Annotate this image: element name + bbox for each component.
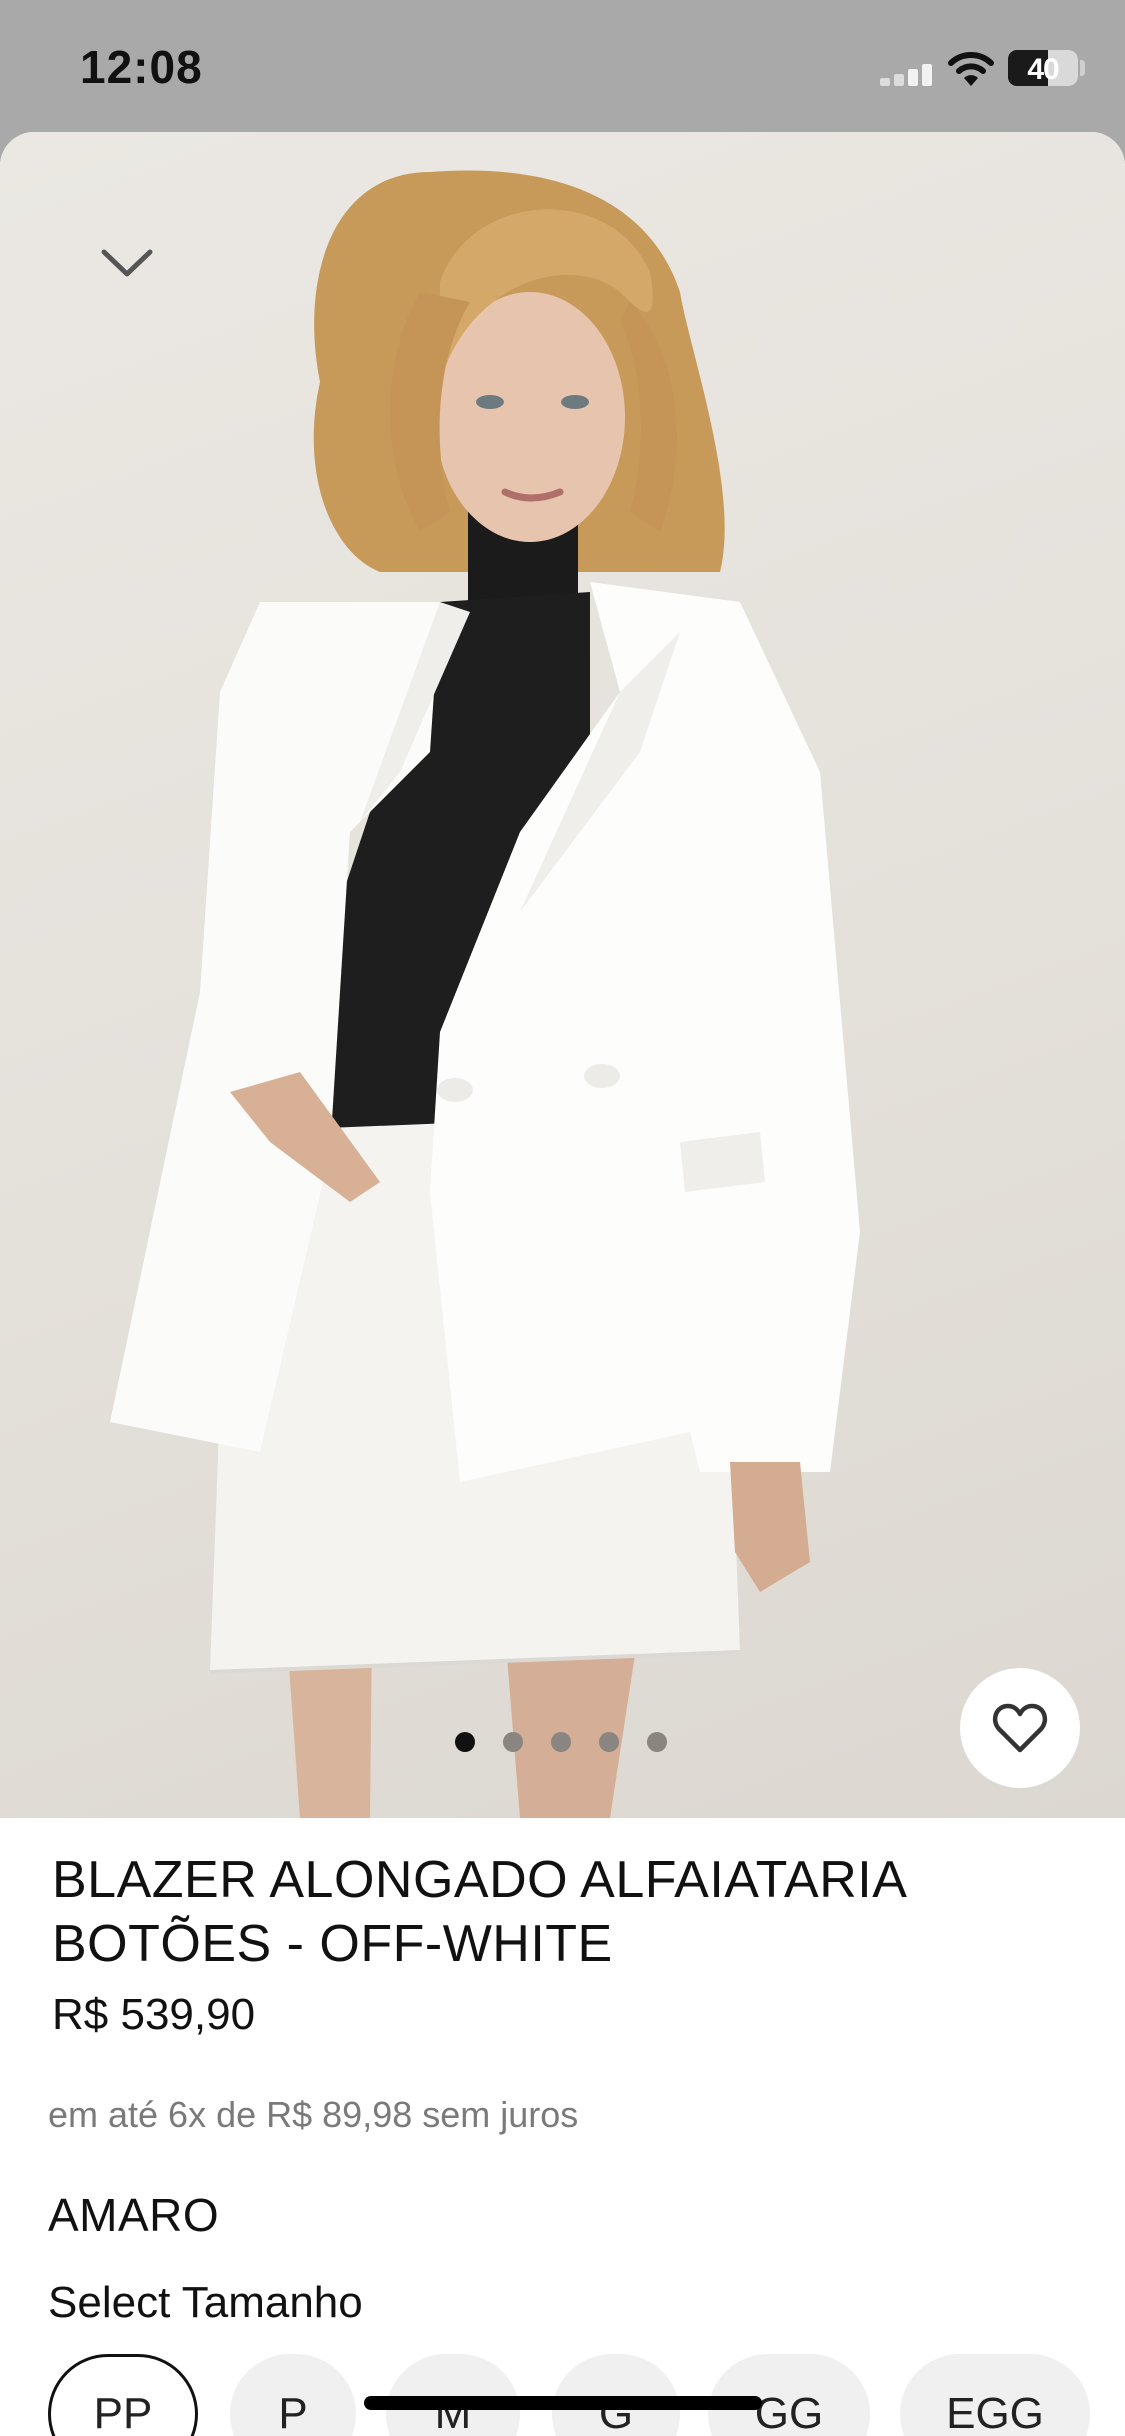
size-option-egg[interactable]: EGG [900, 2354, 1090, 2436]
home-indicator[interactable] [364, 2396, 762, 2410]
status-bar: 12:08 40 [0, 0, 1125, 132]
size-option-m[interactable]: M [386, 2354, 520, 2436]
chevron-down-icon [101, 249, 153, 277]
favorite-button[interactable] [960, 1668, 1080, 1788]
carousel-dot-4[interactable] [599, 1732, 619, 1752]
battery-icon: 40 [1008, 50, 1078, 86]
carousel-pagination [455, 1732, 667, 1752]
cellular-signal-icon [880, 64, 934, 86]
product-price: R$ 539,90 [52, 1990, 256, 2039]
brand-name[interactable]: AMARO [48, 2188, 219, 2242]
carousel-dot-2[interactable] [503, 1732, 523, 1752]
product-photo [110, 170, 860, 1818]
size-option-p[interactable]: P [230, 2354, 356, 2436]
size-selector: PP P M G GG EGG [48, 2354, 1125, 2436]
carousel-dot-5[interactable] [647, 1732, 667, 1752]
product-sheet: BLAZER ALONGADO ALFAIATARIA BOTÕES - OFF… [0, 132, 1125, 2436]
product-image-carousel[interactable] [0, 132, 1125, 1818]
heart-outline-icon [992, 1703, 1048, 1753]
size-label: Select Tamanho [48, 2278, 363, 2327]
status-time: 12:08 [80, 41, 203, 93]
collapse-button[interactable] [92, 232, 162, 292]
wifi-icon [948, 50, 994, 88]
battery-level: 40 [1027, 53, 1059, 86]
carousel-dot-1[interactable] [455, 1732, 475, 1752]
carousel-dot-3[interactable] [551, 1732, 571, 1752]
size-option-pp[interactable]: PP [48, 2354, 198, 2436]
battery-nub [1080, 60, 1085, 76]
size-option-g[interactable]: G [552, 2354, 680, 2436]
product-title: BLAZER ALONGADO ALFAIATARIA BOTÕES - OFF… [52, 1851, 905, 1973]
size-option-gg[interactable]: GG [708, 2354, 870, 2436]
installments-text: em até 6x de R$ 89,98 sem juros [48, 2094, 579, 2135]
